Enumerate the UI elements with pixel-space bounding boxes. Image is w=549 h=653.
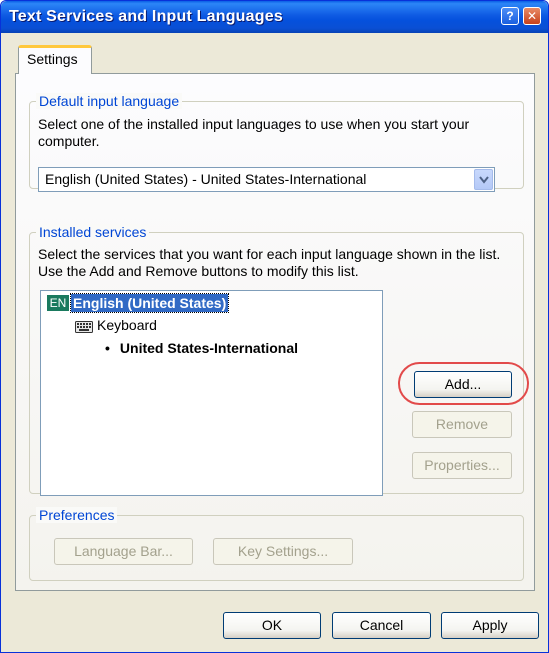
language-item-english-us[interactable]: English (United States) (69, 293, 230, 313)
tab-settings[interactable]: Settings (18, 45, 92, 74)
default-input-language-description: Select one of the installed input langua… (38, 116, 470, 149)
title-bar[interactable]: Text Services and Input Languages ? ✕ (1, 1, 548, 33)
chevron-down-icon[interactable] (474, 169, 493, 190)
help-button[interactable]: ? (501, 7, 519, 25)
default-language-value: English (United States) - United States-… (45, 171, 367, 187)
window-title: Text Services and Input Languages (9, 8, 283, 25)
installed-services-description: Select the services that you want for ea… (38, 246, 501, 279)
close-button[interactable]: ✕ (523, 7, 541, 25)
ok-button[interactable]: OK (223, 612, 321, 639)
preferences-legend: Preferences (36, 507, 118, 523)
properties-button[interactable]: Properties... (412, 452, 512, 479)
language-bar-button[interactable]: Language Bar... (54, 538, 193, 565)
remove-button[interactable]: Remove (412, 411, 512, 438)
dialog-window: Text Services and Input Languages ? ✕ Se… (0, 0, 549, 653)
bullet: • (105, 340, 110, 356)
layout-name: United States-International (119, 340, 299, 356)
installed-services-legend: Installed services (36, 224, 150, 240)
key-settings-button[interactable]: Key Settings... (213, 538, 353, 565)
language-badge-en: EN (47, 295, 69, 311)
layout-item-us-international[interactable]: • United States-International (105, 340, 298, 356)
keyboard-category-label[interactable]: Keyboard (97, 317, 157, 333)
default-language-dropdown[interactable]: English (United States) - United States-… (38, 167, 495, 192)
default-input-language-legend: Default input language (36, 93, 183, 109)
add-button[interactable]: Add... (414, 371, 512, 398)
cancel-button[interactable]: Cancel (332, 612, 431, 639)
apply-button[interactable]: Apply (441, 612, 539, 639)
installed-services-list[interactable]: EN English (United States) Keyboard • Uni… (40, 290, 383, 496)
keyboard-icon (75, 320, 93, 336)
